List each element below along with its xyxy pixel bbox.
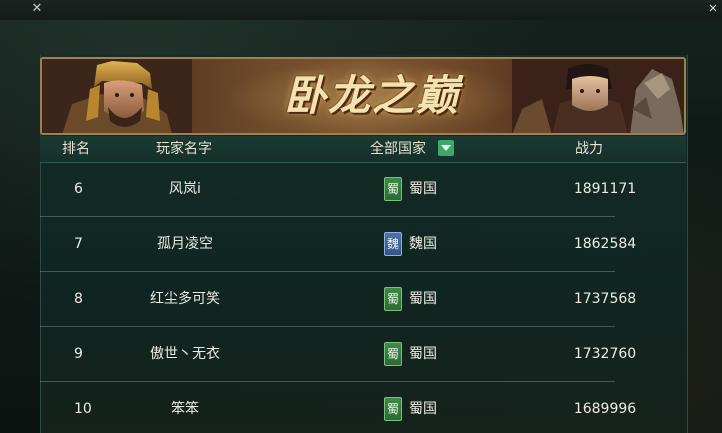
table-row[interactable]: 7 孤月凌空 魏 魏国 1862584 xyxy=(40,217,686,271)
power-value: 1891171 xyxy=(573,181,637,197)
power-value: 1862584 xyxy=(573,236,637,252)
close-icon[interactable]: ✕ xyxy=(30,2,44,16)
country-name: 蜀国 xyxy=(409,181,437,197)
power-value: 1737568 xyxy=(573,291,637,307)
player-name: 笨笨 xyxy=(171,401,199,417)
ranking-screen: ✕ ✕ 卧龙之巅 排名 玩家名字 全部国家 战力 6 风岚i 蜀 蜀国 1891… xyxy=(0,0,722,433)
player-name: 风岚i xyxy=(169,181,201,197)
general-portrait-right xyxy=(512,59,684,133)
table-row[interactable]: 10 笨笨 蜀 蜀国 1689996 xyxy=(40,382,686,433)
table-row[interactable]: 8 红尘多可笑 蜀 蜀国 1737568 xyxy=(40,272,686,326)
country-filter-label[interactable]: 全部国家 xyxy=(370,136,426,162)
header-power: 战力 xyxy=(575,141,603,157)
banner-title: 卧龙之巅 xyxy=(283,71,460,120)
header-name: 玩家名字 xyxy=(156,141,212,157)
player-name: 孤月凌空 xyxy=(157,236,213,252)
table-header: 排名 玩家名字 全部国家 战力 xyxy=(40,136,686,163)
shu-badge-icon: 蜀 xyxy=(384,342,402,366)
general-portrait-left xyxy=(42,59,192,133)
player-name: 红尘多可笑 xyxy=(150,291,220,307)
shu-badge-icon: 蜀 xyxy=(384,397,402,421)
power-value: 1689996 xyxy=(573,401,637,417)
country-name: 蜀国 xyxy=(409,291,437,307)
wei-badge-icon: 魏 xyxy=(384,232,402,256)
top-bar: ✕ ✕ xyxy=(0,0,722,20)
player-name: 傲世丶无衣 xyxy=(150,346,220,362)
shu-badge-icon: 蜀 xyxy=(384,287,402,311)
close-icon[interactable]: ✕ xyxy=(706,2,720,16)
country-name: 魏国 xyxy=(409,236,437,252)
country-name: 蜀国 xyxy=(409,401,437,417)
chevron-down-icon[interactable] xyxy=(438,140,454,156)
title-banner: 卧龙之巅 xyxy=(40,57,686,135)
country-name: 蜀国 xyxy=(409,346,437,362)
header-rank: 排名 xyxy=(62,141,90,157)
power-value: 1732760 xyxy=(573,346,637,362)
table-row[interactable]: 6 风岚i 蜀 蜀国 1891171 xyxy=(40,162,686,216)
shu-badge-icon: 蜀 xyxy=(384,177,402,201)
table-row[interactable]: 9 傲世丶无衣 蜀 蜀国 1732760 xyxy=(40,327,686,381)
